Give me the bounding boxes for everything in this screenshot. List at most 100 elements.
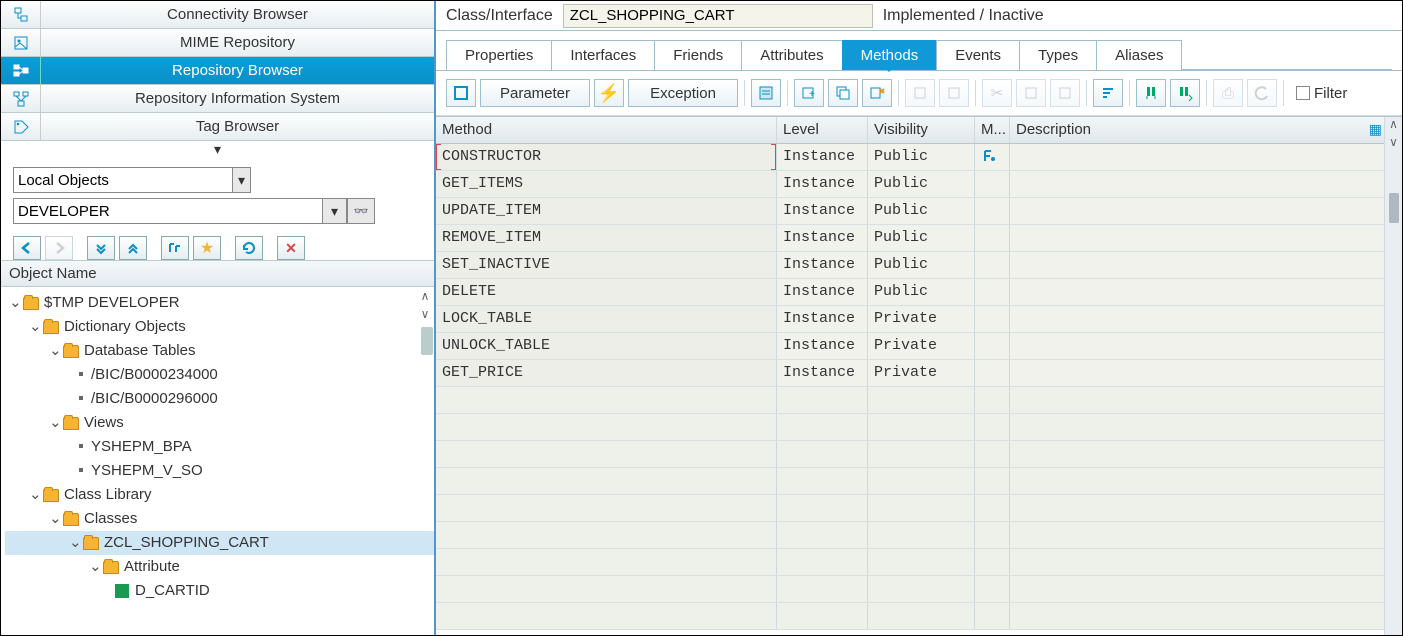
col-method[interactable]: Method [436,117,777,143]
user-combo[interactable]: ▾ 👓 [13,198,422,224]
cell-visibility[interactable]: Private [868,306,975,332]
tab-props[interactable]: Properties [446,40,552,70]
cell-modifier[interactable] [975,198,1010,224]
cell-modifier[interactable] [975,252,1010,278]
twisty-icon[interactable]: ⌄ [9,291,21,315]
tab-friends[interactable]: Friends [654,40,742,70]
twisty-icon[interactable]: ⌄ [29,483,41,507]
twisty-icon[interactable]: ⌄ [49,411,61,435]
empty-row[interactable] [436,603,1402,630]
tree-leaf[interactable]: /BIC/B0000234000 [5,363,434,387]
nav-tag[interactable]: Tag Browser [1,113,434,141]
cell-description[interactable] [1010,306,1402,332]
cell-visibility[interactable]: Public [868,279,975,305]
twisty-icon[interactable]: ⌄ [29,315,41,339]
cell-level[interactable]: Instance [777,360,868,386]
empty-row[interactable] [436,468,1402,495]
col-m[interactable]: M... [975,117,1010,143]
col-level[interactable]: Level [777,117,868,143]
cell-method[interactable]: UPDATE_ITEM [436,198,777,224]
cell-description[interactable] [1010,225,1402,251]
cell-level[interactable]: Instance [777,306,868,332]
nav-ris[interactable]: Repository Information System [1,85,434,113]
nav-mime[interactable]: MIME Repository [1,29,434,57]
cell-modifier[interactable] [975,144,1010,170]
close-button[interactable]: ✕ [277,236,305,260]
find-next-button[interactable] [1170,79,1200,107]
cell-method[interactable]: GET_ITEMS [436,171,777,197]
grid-scrollbar[interactable]: ∧ ∨ [1384,117,1402,635]
tree-node-zcl[interactable]: ⌄ZCL_SHOPPING_CART [5,531,434,555]
method-row[interactable]: LOCK_TABLE Instance Private [436,306,1402,333]
tab-aliases[interactable]: Aliases [1096,40,1182,70]
nav-connectivity[interactable]: Connectivity Browser [1,1,434,29]
tab-events[interactable]: Events [936,40,1020,70]
configure-columns-icon[interactable]: ▦ [1369,121,1382,138]
scroll-down-icon[interactable]: ∨ [1389,135,1398,153]
cell-method[interactable]: REMOVE_ITEM [436,225,777,251]
cell-description[interactable] [1010,144,1402,170]
nav-repo[interactable]: Repository Browser [1,57,434,85]
cell-description[interactable] [1010,198,1402,224]
cell-description[interactable] [1010,279,1402,305]
class-name-input[interactable] [563,4,873,28]
tree-node-classlib[interactable]: ⌄Class Library [5,483,434,507]
find-button[interactable] [1136,79,1166,107]
cell-visibility[interactable]: Private [868,333,975,359]
cell-visibility[interactable]: Public [868,198,975,224]
cell-visibility[interactable]: Public [868,144,975,170]
cell-description[interactable] [1010,171,1402,197]
method-row[interactable]: UNLOCK_TABLE Instance Private [436,333,1402,360]
exception-button[interactable]: Exception [628,79,738,107]
empty-row[interactable] [436,441,1402,468]
twisty-icon[interactable]: ⌄ [49,339,61,363]
twisty-icon[interactable]: ⌄ [49,507,61,531]
refresh-button[interactable] [235,236,263,260]
scope-input[interactable] [13,167,233,193]
empty-row[interactable] [436,576,1402,603]
cell-visibility[interactable]: Public [868,252,975,278]
empty-row[interactable] [436,495,1402,522]
favorite-button[interactable]: ★ [193,236,221,260]
cell-visibility[interactable]: Public [868,171,975,197]
tree-leaf[interactable]: YSHEPM_BPA [5,435,434,459]
tree-node-views[interactable]: ⌄Views [5,411,434,435]
sort-button[interactable] [1093,79,1123,107]
cell-modifier[interactable] [975,171,1010,197]
cell-level[interactable]: Instance [777,252,868,278]
collapse-all-button[interactable] [119,236,147,260]
tab-types[interactable]: Types [1019,40,1097,70]
method-row[interactable]: SET_INACTIVE Instance Public [436,252,1402,279]
empty-row[interactable] [436,414,1402,441]
cell-level[interactable]: Instance [777,171,868,197]
cell-level[interactable]: Instance [777,279,868,305]
chevron-down-icon[interactable]: ▾ [233,167,251,193]
method-row[interactable]: GET_PRICE Instance Private [436,360,1402,387]
cell-method[interactable]: SET_INACTIVE [436,252,777,278]
filter-toggle[interactable]: Filter [1296,85,1347,102]
parameter-button[interactable]: Parameter [480,79,590,107]
tree-leaf[interactable]: YSHEPM_V_SO [5,459,434,483]
cell-method[interactable]: UNLOCK_TABLE [436,333,777,359]
copy-button[interactable] [828,79,858,107]
scope-combo[interactable]: ▾ [13,167,422,193]
nav-more-dropdown[interactable]: ▾ [1,141,434,161]
expand-all-button[interactable] [87,236,115,260]
tree-node-dbtables[interactable]: ⌄Database Tables [5,339,434,363]
cell-visibility[interactable]: Public [868,225,975,251]
cell-modifier[interactable] [975,279,1010,305]
user-input[interactable] [13,198,323,224]
chevron-down-icon[interactable]: ▾ [323,198,347,224]
cell-description[interactable] [1010,360,1402,386]
delete-row-button[interactable] [862,79,892,107]
insert-button[interactable]: + [794,79,824,107]
empty-row[interactable] [436,522,1402,549]
tree-node-dict[interactable]: ⌄Dictionary Objects [5,315,434,339]
tab-attrs[interactable]: Attributes [741,40,842,70]
tree-leaf-attr[interactable]: D_CARTID [5,579,434,603]
source-code-button[interactable] [751,79,781,107]
cell-modifier[interactable] [975,333,1010,359]
cell-description[interactable] [1010,252,1402,278]
twisty-icon[interactable]: ⌄ [69,531,81,555]
cell-method[interactable]: CONSTRUCTOR [436,144,777,170]
